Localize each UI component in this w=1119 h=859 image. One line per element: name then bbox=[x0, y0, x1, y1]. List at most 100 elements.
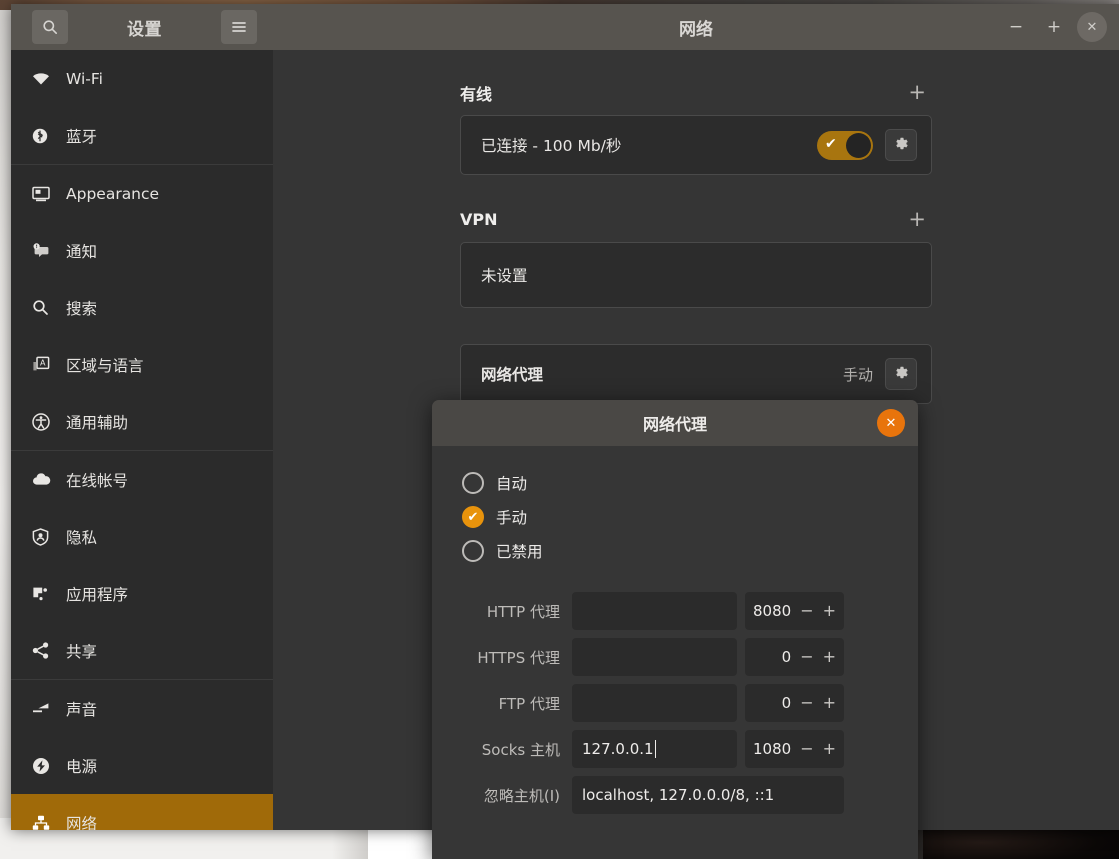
wired-toggle[interactable]: ✔ bbox=[817, 130, 873, 160]
settings-sidebar[interactable]: Wi-Fi 蓝牙 Appearance 通知 搜索 A 区域与语言 通用辅助 在… bbox=[11, 50, 273, 830]
sidebar-item-network[interactable]: 网络 bbox=[11, 794, 273, 830]
vpn-status: 未设置 bbox=[481, 267, 528, 285]
radio-icon bbox=[462, 540, 484, 562]
ftp-proxy-port-value: 0 bbox=[781, 694, 792, 712]
wired-title: 有线 bbox=[460, 84, 493, 104]
sidebar-item-sharing[interactable]: 共享 bbox=[11, 622, 273, 679]
https-proxy-port-value: 0 bbox=[781, 648, 792, 666]
ignore-hosts-row: 忽略主机(I) localhost, 127.0.0.0/8, ::1 bbox=[432, 776, 918, 814]
proxy-mode-disabled[interactable]: 已禁用 bbox=[432, 534, 918, 568]
bluetooth-icon bbox=[32, 127, 58, 145]
ignore-hosts-input[interactable]: localhost, 127.0.0.0/8, ::1 bbox=[572, 776, 844, 814]
search-icon bbox=[32, 299, 58, 316]
sidebar-item-online-accounts[interactable]: 在线帐号 bbox=[11, 451, 273, 508]
port-decrement-button[interactable]: − bbox=[800, 649, 813, 665]
sidebar-item-label: 在线帐号 bbox=[66, 471, 129, 490]
sidebar-item-applications[interactable]: 应用程序 bbox=[11, 565, 273, 622]
port-increment-button[interactable]: + bbox=[823, 741, 836, 757]
http-proxy-row: HTTP 代理 8080 − + bbox=[432, 592, 918, 630]
region-language-icon: A bbox=[32, 356, 58, 373]
network-proxy-row: 网络代理 手动 bbox=[461, 345, 931, 403]
http-proxy-port-value: 8080 bbox=[753, 602, 792, 620]
port-decrement-button[interactable]: − bbox=[800, 603, 813, 619]
wired-status: 已连接 - 100 Mb/秒 bbox=[481, 137, 622, 155]
socks-host-label: Socks 主机 bbox=[481, 740, 560, 759]
socks-port-stepper[interactable]: 1080 − + bbox=[745, 730, 844, 768]
proxy-form: HTTP 代理 8080 − + HTTPS 代理 0 − + FTP 代理 0… bbox=[432, 592, 918, 814]
search-icon bbox=[42, 19, 58, 35]
vpn-card: 未设置 bbox=[460, 242, 932, 308]
search-button[interactable] bbox=[32, 10, 68, 44]
proxy-mode-automatic[interactable]: 自动 bbox=[432, 466, 918, 500]
wired-settings-button[interactable] bbox=[885, 129, 917, 161]
privacy-icon bbox=[32, 527, 58, 546]
sidebar-item-label: 电源 bbox=[66, 757, 98, 776]
vpn-title: VPN bbox=[460, 210, 498, 229]
notifications-icon bbox=[32, 242, 58, 259]
sidebar-item-accessibility[interactable]: 通用辅助 bbox=[11, 393, 273, 450]
http-proxy-host-input[interactable] bbox=[572, 592, 737, 630]
socks-port-value: 1080 bbox=[753, 740, 792, 758]
settings-title: 设置 bbox=[127, 19, 162, 40]
sharing-icon bbox=[32, 642, 58, 659]
ftp-proxy-label: FTP 代理 bbox=[498, 694, 560, 713]
sidebar-item-search[interactable]: 搜索 bbox=[11, 279, 273, 336]
dialog-title: 网络代理 bbox=[642, 415, 707, 434]
check-icon: ✔ bbox=[825, 135, 837, 152]
sidebar-headerbar: 设置 bbox=[11, 4, 273, 50]
socks-host-input[interactable]: 127.0.0.1 bbox=[572, 730, 737, 768]
http-proxy-label: HTTP 代理 bbox=[486, 602, 560, 621]
wired-card: 已连接 - 100 Mb/秒 ✔ bbox=[460, 115, 932, 175]
maximize-button[interactable]: + bbox=[1039, 12, 1069, 42]
vpn-status-row: 未设置 bbox=[461, 243, 931, 307]
dialog-close-button[interactable]: ✕ bbox=[877, 409, 905, 437]
close-window-button[interactable]: ✕ bbox=[1077, 12, 1107, 42]
power-icon bbox=[32, 757, 58, 775]
https-proxy-port-stepper[interactable]: 0 − + bbox=[745, 638, 844, 676]
network-proxy-card: 网络代理 手动 bbox=[460, 344, 932, 404]
menu-button[interactable] bbox=[221, 10, 257, 44]
https-proxy-host-input[interactable] bbox=[572, 638, 737, 676]
port-decrement-button[interactable]: − bbox=[800, 741, 813, 757]
network-proxy-dialog: 网络代理 ✕ 自动 ✔ 手动 已禁用 HTTP 代理 8080 − + HTTP… bbox=[432, 400, 918, 859]
port-increment-button[interactable]: + bbox=[823, 603, 836, 619]
add-wired-button[interactable]: + bbox=[902, 80, 932, 105]
radio-icon-selected: ✔ bbox=[462, 506, 484, 528]
sidebar-item-label: 网络 bbox=[66, 814, 98, 831]
sidebar-item-privacy[interactable]: 隐私 bbox=[11, 508, 273, 565]
gear-icon bbox=[894, 136, 909, 155]
sidebar-item-label: 声音 bbox=[66, 700, 98, 719]
sidebar-item-label: 区域与语言 bbox=[66, 356, 144, 375]
minimize-button[interactable]: − bbox=[1001, 12, 1031, 42]
socks-host-row: Socks 主机 127.0.0.1 1080 − + bbox=[432, 730, 918, 768]
sidebar-item-sound[interactable]: 声音 bbox=[11, 680, 273, 737]
https-proxy-row: HTTPS 代理 0 − + bbox=[432, 638, 918, 676]
http-proxy-port-stepper[interactable]: 8080 − + bbox=[745, 592, 844, 630]
sidebar-item-wifi[interactable]: Wi-Fi bbox=[11, 50, 273, 107]
toggle-knob bbox=[846, 132, 871, 158]
port-decrement-button[interactable]: − bbox=[800, 695, 813, 711]
radio-icon bbox=[462, 472, 484, 494]
sidebar-item-bluetooth[interactable]: 蓝牙 bbox=[11, 107, 273, 164]
sidebar-item-notifications[interactable]: 通知 bbox=[11, 222, 273, 279]
sidebar-item-region-language[interactable]: A 区域与语言 bbox=[11, 336, 273, 393]
proxy-mode-manual[interactable]: ✔ 手动 bbox=[432, 500, 918, 534]
ftp-proxy-port-stepper[interactable]: 0 − + bbox=[745, 684, 844, 722]
network-proxy-label: 网络代理 bbox=[481, 366, 544, 384]
sidebar-item-label: 共享 bbox=[66, 642, 98, 661]
port-increment-button[interactable]: + bbox=[823, 695, 836, 711]
ignore-hosts-label: 忽略主机(I) bbox=[483, 786, 560, 805]
sidebar-item-label: 隐私 bbox=[66, 528, 98, 547]
window-controls: − + ✕ bbox=[1001, 12, 1119, 42]
desktop-left-window-strip bbox=[0, 10, 11, 830]
sidebar-item-power[interactable]: 电源 bbox=[11, 737, 273, 794]
add-vpn-button[interactable]: + bbox=[902, 207, 932, 232]
ftp-proxy-host-input[interactable] bbox=[572, 684, 737, 722]
network-proxy-settings-button[interactable] bbox=[885, 358, 917, 390]
wired-connection-row: 已连接 - 100 Mb/秒 ✔ bbox=[461, 116, 931, 174]
port-increment-button[interactable]: + bbox=[823, 649, 836, 665]
https-proxy-label: HTTPS 代理 bbox=[477, 648, 560, 667]
wifi-icon bbox=[32, 72, 58, 86]
page-title: 网络 bbox=[679, 19, 713, 40]
sidebar-item-appearance[interactable]: Appearance bbox=[11, 165, 273, 222]
